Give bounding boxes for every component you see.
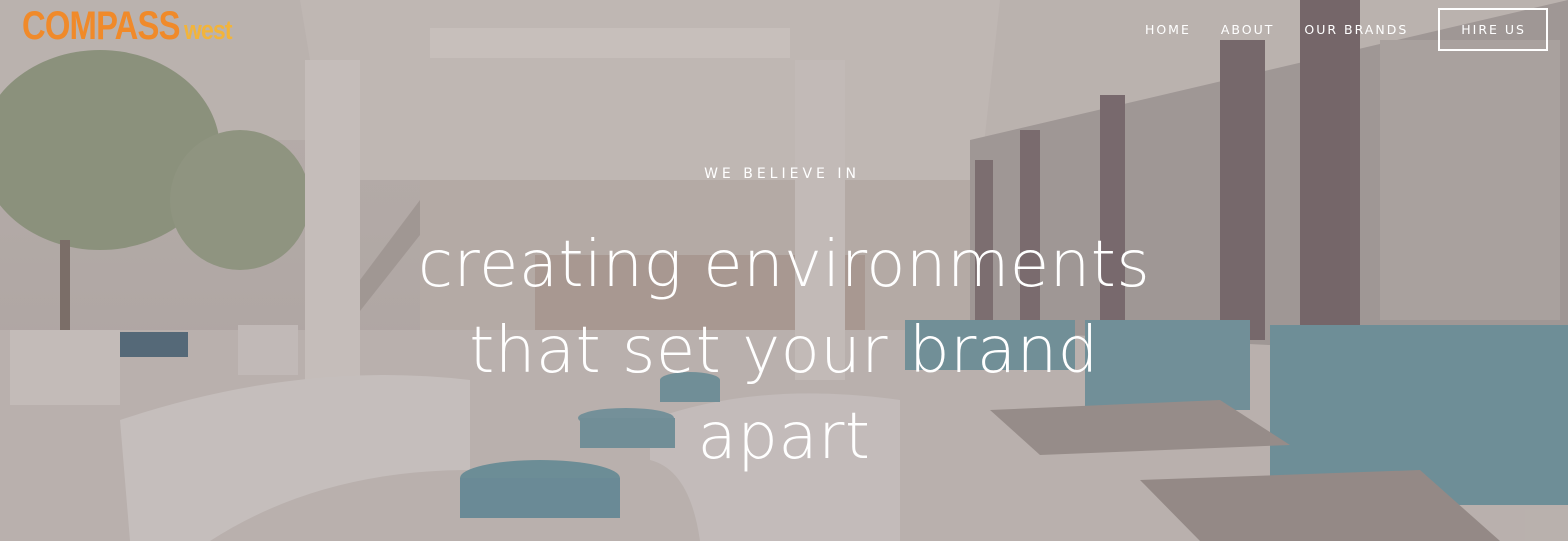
nav-link-home[interactable]: HOME bbox=[1145, 22, 1191, 37]
nav-link-our-brands[interactable]: OUR BRANDS bbox=[1304, 22, 1408, 37]
hero-headline: creating environments that set your bran… bbox=[417, 228, 1151, 474]
hero-eyebrow: WE BELIEVE IN bbox=[704, 166, 860, 182]
hire-us-button[interactable]: HIRE US bbox=[1438, 7, 1548, 51]
main-navigation: HOME ABOUT OUR BRANDS HIRE US bbox=[1115, 7, 1548, 51]
nav-link-about[interactable]: ABOUT bbox=[1221, 22, 1275, 37]
logo-wordmark-sub: west bbox=[184, 15, 232, 45]
brand-logo[interactable]: COMPASS west bbox=[22, 0, 240, 48]
hero-section: COMPASS west HOME ABOUT OUR BRANDS HIRE … bbox=[0, 0, 1568, 541]
logo-wordmark-main: COMPASS bbox=[22, 4, 180, 48]
